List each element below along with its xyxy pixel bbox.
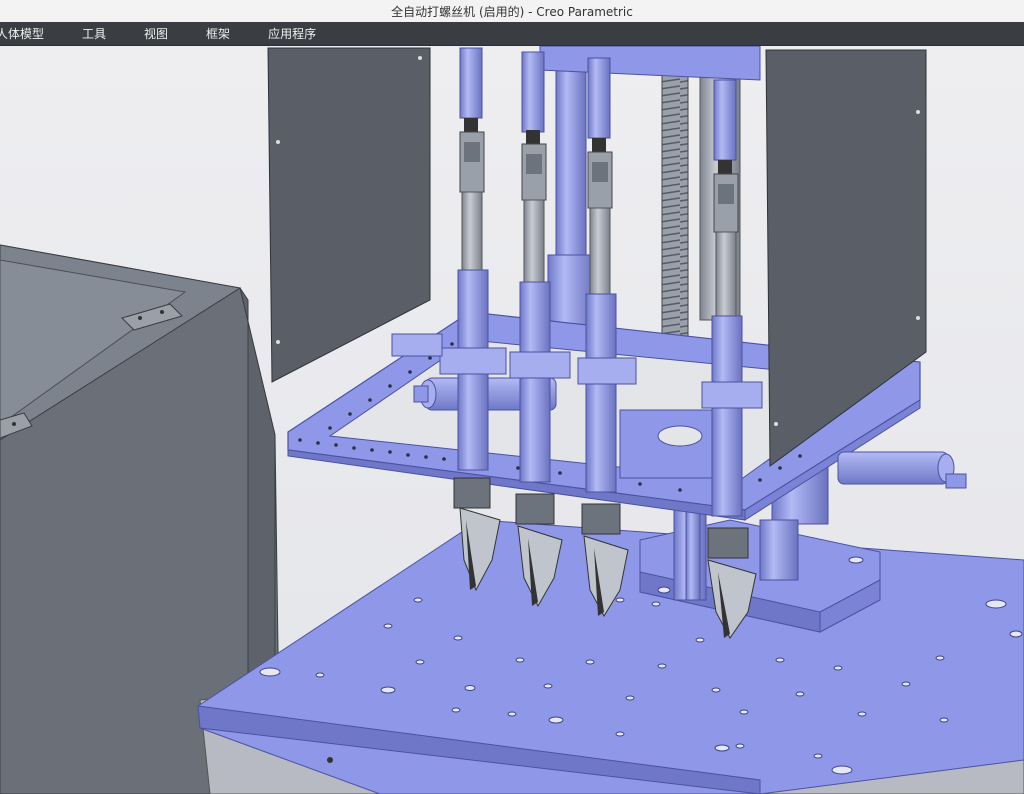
menu-item-view[interactable]: 视图 [144,25,168,42]
menu-item-tools[interactable]: 工具 [82,25,106,42]
side-cylinder-right [837,451,967,489]
window-title-bar: 全自动打螺丝机 (启用的) - Creo Parametric [0,0,1024,23]
graphics-viewport[interactable] [0,46,1024,794]
menu-item-framework[interactable]: 框架 [206,25,230,42]
rear-left-panel [267,47,431,383]
cad-model-scene[interactable] [0,46,1024,794]
menu-item-applications[interactable]: 应用程序 [268,25,316,42]
menu-bar: 人体模型 工具 视图 框架 应用程序 [0,22,1024,46]
window-title: 全自动打螺丝机 (启用的) - Creo Parametric [391,4,633,19]
menu-item-manikin[interactable]: 人体模型 [0,25,44,42]
